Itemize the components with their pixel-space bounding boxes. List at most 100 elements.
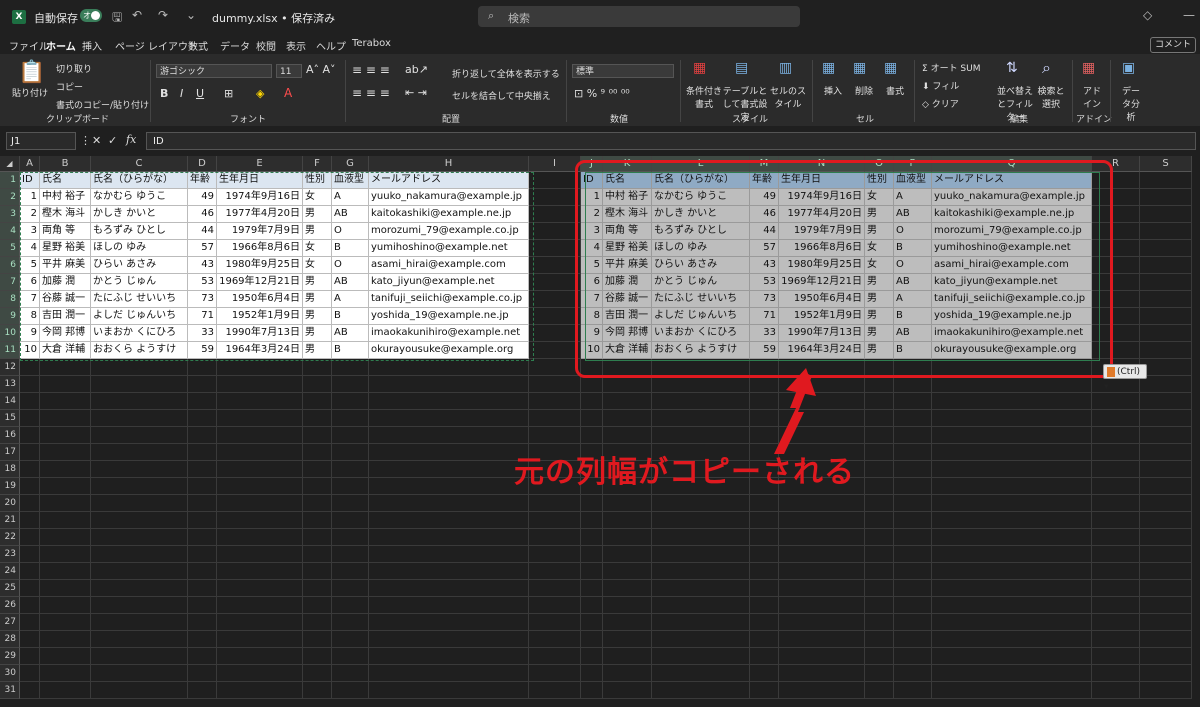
clear-button[interactable]: ◇ クリア — [922, 97, 959, 110]
source-cell[interactable]: ひらい あさみ — [91, 257, 188, 274]
source-cell[interactable]: 男 — [303, 342, 332, 359]
empty-cell[interactable] — [20, 614, 40, 631]
tab-review[interactable]: 校閲 — [256, 38, 276, 53]
empty-cell[interactable] — [529, 563, 581, 580]
source-cell[interactable]: imaokakunihiro@example.net — [369, 325, 529, 342]
name-box[interactable]: J1 — [6, 132, 76, 150]
empty-cell[interactable] — [369, 665, 529, 682]
empty-cell[interactable] — [369, 563, 529, 580]
pasted-cell[interactable]: よしだ じゅんいち — [652, 308, 750, 325]
source-cell[interactable]: 1979年7月9日 — [217, 223, 303, 240]
save-icon[interactable]: 🖫 — [112, 8, 122, 29]
insert-function-icon[interactable]: fx — [126, 133, 136, 146]
empty-cell[interactable] — [529, 240, 581, 257]
empty-cell[interactable] — [91, 614, 188, 631]
pasted-cell[interactable]: 57 — [750, 240, 779, 257]
cancel-icon[interactable]: ✕ — [92, 134, 101, 147]
empty-cell[interactable] — [188, 393, 217, 410]
empty-cell[interactable] — [91, 376, 188, 393]
row-header-5[interactable]: 5 — [0, 240, 20, 257]
empty-cell[interactable] — [20, 444, 40, 461]
pasted-cell[interactable]: 1966年8月6日 — [779, 240, 865, 257]
empty-cell[interactable] — [932, 478, 1092, 495]
pasted-cell[interactable]: 男 — [865, 291, 894, 308]
empty-cell[interactable] — [20, 648, 40, 665]
pasted-cell[interactable]: 1990年7月13日 — [779, 325, 865, 342]
formula-options-icon[interactable]: ⋮ — [80, 134, 91, 147]
empty-cell[interactable] — [932, 580, 1092, 597]
empty-cell[interactable] — [652, 376, 750, 393]
pasted-header-cell[interactable]: 氏名 — [603, 172, 652, 189]
empty-cell[interactable] — [932, 614, 1092, 631]
empty-cell[interactable] — [603, 393, 652, 410]
empty-cell[interactable] — [865, 563, 894, 580]
empty-cell[interactable] — [779, 563, 865, 580]
delete-cells-button[interactable]: 削除 — [855, 84, 873, 97]
source-cell[interactable]: B — [332, 240, 369, 257]
empty-cell[interactable] — [652, 359, 750, 376]
search-input[interactable]: ⌕ 検索 — [478, 6, 800, 27]
empty-cell[interactable] — [188, 444, 217, 461]
pasted-cell[interactable]: 3 — [581, 223, 603, 240]
empty-cell[interactable] — [932, 682, 1092, 699]
wrap-text-button[interactable]: 折り返して全体を表示する — [452, 67, 560, 80]
empty-cell[interactable] — [217, 376, 303, 393]
source-cell[interactable]: 両角 等 — [40, 223, 91, 240]
empty-cell[interactable] — [652, 597, 750, 614]
source-cell[interactable]: B — [332, 342, 369, 359]
indent-icon[interactable]: ⇤ ⇥ — [405, 86, 427, 99]
select-all-corner[interactable]: ◢ — [0, 156, 20, 172]
pasted-cell[interactable]: 女 — [865, 240, 894, 257]
source-cell[interactable]: かしき かいと — [91, 206, 188, 223]
pasted-cell[interactable]: かしき かいと — [652, 206, 750, 223]
empty-cell[interactable] — [603, 529, 652, 546]
merge-center-button[interactable]: セルを結合して中央揃え — [452, 89, 551, 102]
empty-cell[interactable] — [20, 410, 40, 427]
empty-cell[interactable] — [603, 512, 652, 529]
source-header-cell[interactable]: 血液型 — [332, 172, 369, 189]
row-header-9[interactable]: 9 — [0, 308, 20, 325]
empty-cell[interactable] — [529, 512, 581, 529]
empty-cell[interactable] — [652, 614, 750, 631]
pasted-cell[interactable]: 星野 裕美 — [603, 240, 652, 257]
source-cell[interactable]: 樫木 海斗 — [40, 206, 91, 223]
empty-cell[interactable] — [369, 427, 529, 444]
empty-cell[interactable] — [91, 427, 188, 444]
empty-cell[interactable] — [20, 631, 40, 648]
pasted-cell[interactable]: 男 — [865, 206, 894, 223]
empty-cell[interactable] — [1140, 257, 1192, 274]
empty-cell[interactable] — [603, 665, 652, 682]
pasted-cell[interactable]: A — [894, 189, 932, 206]
source-cell[interactable]: 1969年12月21日 — [217, 274, 303, 291]
empty-cell[interactable] — [40, 478, 91, 495]
row-header-15[interactable]: 15 — [0, 410, 20, 427]
empty-cell[interactable] — [1092, 546, 1140, 563]
empty-cell[interactable] — [303, 427, 332, 444]
empty-cell[interactable] — [529, 325, 581, 342]
empty-cell[interactable] — [1140, 580, 1192, 597]
row-header-20[interactable]: 20 — [0, 495, 20, 512]
empty-cell[interactable] — [20, 376, 40, 393]
empty-cell[interactable] — [779, 614, 865, 631]
empty-cell[interactable] — [603, 563, 652, 580]
column-header-S[interactable]: S — [1140, 156, 1192, 172]
empty-cell[interactable] — [1140, 274, 1192, 291]
column-header-J[interactable]: J — [581, 156, 603, 172]
source-cell[interactable]: 49 — [188, 189, 217, 206]
row-header-24[interactable]: 24 — [0, 563, 20, 580]
row-header-22[interactable]: 22 — [0, 529, 20, 546]
formula-input[interactable]: ID — [146, 132, 1196, 150]
source-cell[interactable]: O — [332, 257, 369, 274]
empty-cell[interactable] — [217, 631, 303, 648]
empty-cell[interactable] — [1092, 648, 1140, 665]
sort-filter-icon[interactable]: ⇅ — [1006, 60, 1018, 76]
empty-cell[interactable] — [217, 478, 303, 495]
source-cell[interactable]: AB — [332, 325, 369, 342]
row-header-12[interactable]: 12 — [0, 359, 20, 376]
empty-cell[interactable] — [217, 393, 303, 410]
source-cell[interactable]: もろずみ ひとし — [91, 223, 188, 240]
empty-cell[interactable] — [91, 444, 188, 461]
empty-cell[interactable] — [369, 393, 529, 410]
pasted-cell[interactable]: 59 — [750, 342, 779, 359]
source-cell[interactable]: 6 — [20, 274, 40, 291]
